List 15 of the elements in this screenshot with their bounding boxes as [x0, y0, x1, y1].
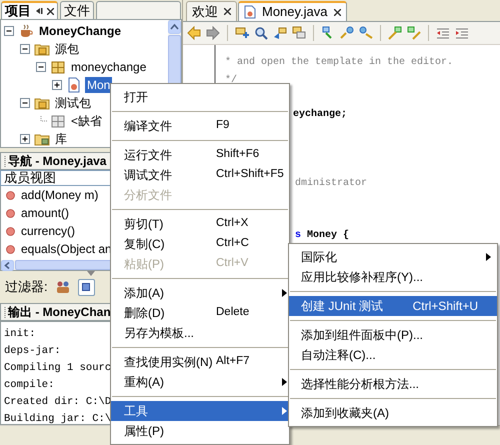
output-line: compile:: [4, 378, 54, 393]
code-text: dministrator: [295, 176, 368, 192]
output-line: Compiling 1 sourc: [4, 360, 112, 376]
filter-label: 过滤器:: [5, 278, 48, 296]
code-text: */: [225, 74, 238, 88]
output-line: Building jar: C:\: [4, 412, 112, 424]
output-line: init:: [4, 326, 36, 342]
code-text: * and open the template in the editor.: [225, 56, 454, 70]
panel-title: 输出 - MoneyChan: [8, 304, 111, 321]
code-text: eychange;: [293, 108, 348, 122]
output-line: Created dir: C:\D: [4, 394, 112, 410]
code-text: Money {: [307, 228, 350, 244]
panel-title: 导航 - Money.java: [8, 153, 106, 170]
code-text: s: [295, 229, 302, 244]
output-line: deps-jar:: [4, 344, 61, 359]
